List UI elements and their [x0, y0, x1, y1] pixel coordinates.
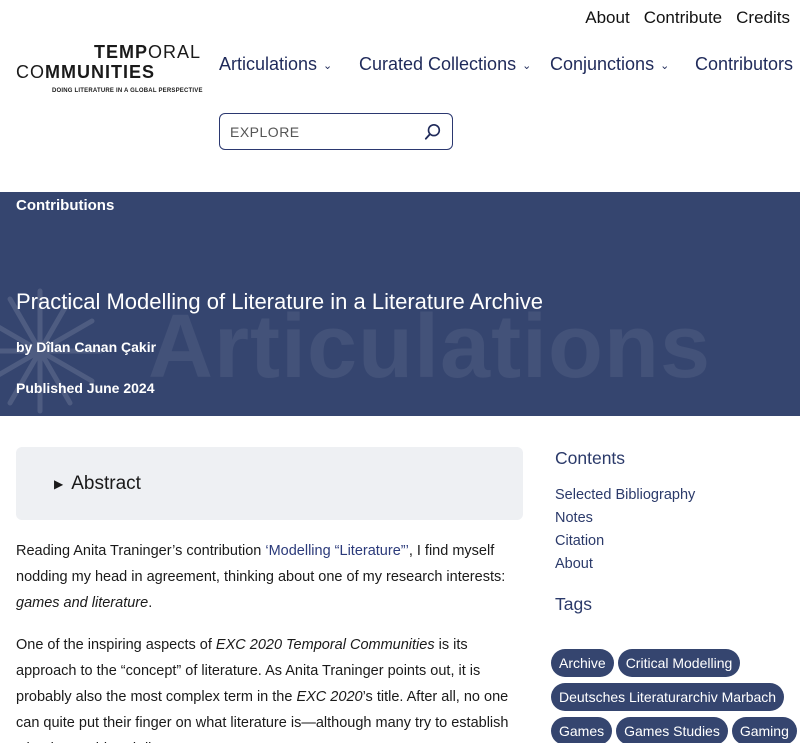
disclosure-triangle-icon: ▶ [54, 476, 64, 491]
tag-gaming[interactable]: Gaming [731, 717, 797, 743]
article-body: Reading Anita Traninger’s contribution ‘… [16, 538, 523, 743]
toc-selected-bibliography[interactable]: Selected Bibliography [555, 487, 800, 503]
toc-notes[interactable]: Notes [555, 510, 800, 526]
nav-contributors[interactable]: Contributors [695, 54, 793, 75]
paragraph: One of the inspiring aspects of EXC 2020… [16, 637, 509, 743]
top-nav: About Contribute Credits [585, 8, 790, 28]
tag-deutsches-literaturarchiv-marbach[interactable]: Deutsches Literaturarchiv Marbach [551, 683, 785, 711]
article-hero: Articulations Contributions Practical Mo… [0, 192, 800, 416]
logo-line-communities: COMMUNITIES [16, 62, 156, 82]
link-modelling-literature[interactable]: ‘Modelling “Literature”’ [265, 543, 408, 559]
search-icon[interactable] [424, 123, 442, 141]
top-nav-contribute[interactable]: Contribute [644, 8, 722, 28]
article-title: Practical Modelling of Literature in a L… [16, 289, 544, 314]
toc-citation[interactable]: Citation [555, 533, 800, 549]
tag-archive[interactable]: Archive [551, 649, 614, 677]
sidebar: Contents Selected Bibliography Notes Cit… [555, 448, 800, 633]
main-nav: Articulations ⌄ Curated Collections ⌄ Conj… [219, 54, 793, 75]
tag-games[interactable]: Games [551, 717, 613, 743]
nav-conjunctions[interactable]: Conjunctions ⌄ [550, 54, 695, 75]
search-input[interactable] [230, 123, 420, 140]
toc-about[interactable]: About [555, 556, 800, 572]
article-byline: by Dîlan Canan Çakir [16, 339, 157, 355]
abstract-label: Abstract [71, 472, 141, 494]
nav-curated-collections[interactable]: Curated Collections ⌄ [359, 54, 550, 75]
breadcrumb-contributions[interactable]: Contributions [16, 197, 114, 214]
logo-line-temporal: TEMPORAL [94, 42, 202, 62]
table-of-contents: Selected Bibliography Notes Citation Abo… [555, 487, 800, 572]
nav-articulations[interactable]: Articulations ⌄ [219, 54, 359, 75]
tag-games-studies[interactable]: Games Studies [616, 717, 728, 743]
logo-tagline: DOING LITERATURE IN A GLOBAL PERSPECTIVE [52, 88, 203, 94]
site-logo[interactable]: TEMPORAL COMMUNITIES DOING LITERATURE IN… [16, 42, 206, 102]
top-nav-credits[interactable]: Credits [736, 8, 790, 28]
search-box [219, 113, 453, 150]
tags-heading: Tags [555, 594, 592, 614]
top-nav-about[interactable]: About [585, 8, 629, 28]
tag-critical-modelling[interactable]: Critical Modelling [617, 649, 741, 677]
paragraph: Reading Anita Traninger’s contribution ‘… [16, 543, 506, 611]
abstract-toggle[interactable]: ▶ Abstract [16, 447, 523, 520]
tag-list: Archive Critical Modelling Deutsches Lit… [551, 649, 800, 743]
contents-heading: Contents [555, 448, 626, 468]
chevron-down-icon: ⌄ [660, 60, 670, 72]
chevron-down-icon: ⌄ [522, 60, 532, 72]
publication-date: Published June 2024 [16, 380, 155, 396]
chevron-down-icon: ⌄ [323, 60, 333, 72]
